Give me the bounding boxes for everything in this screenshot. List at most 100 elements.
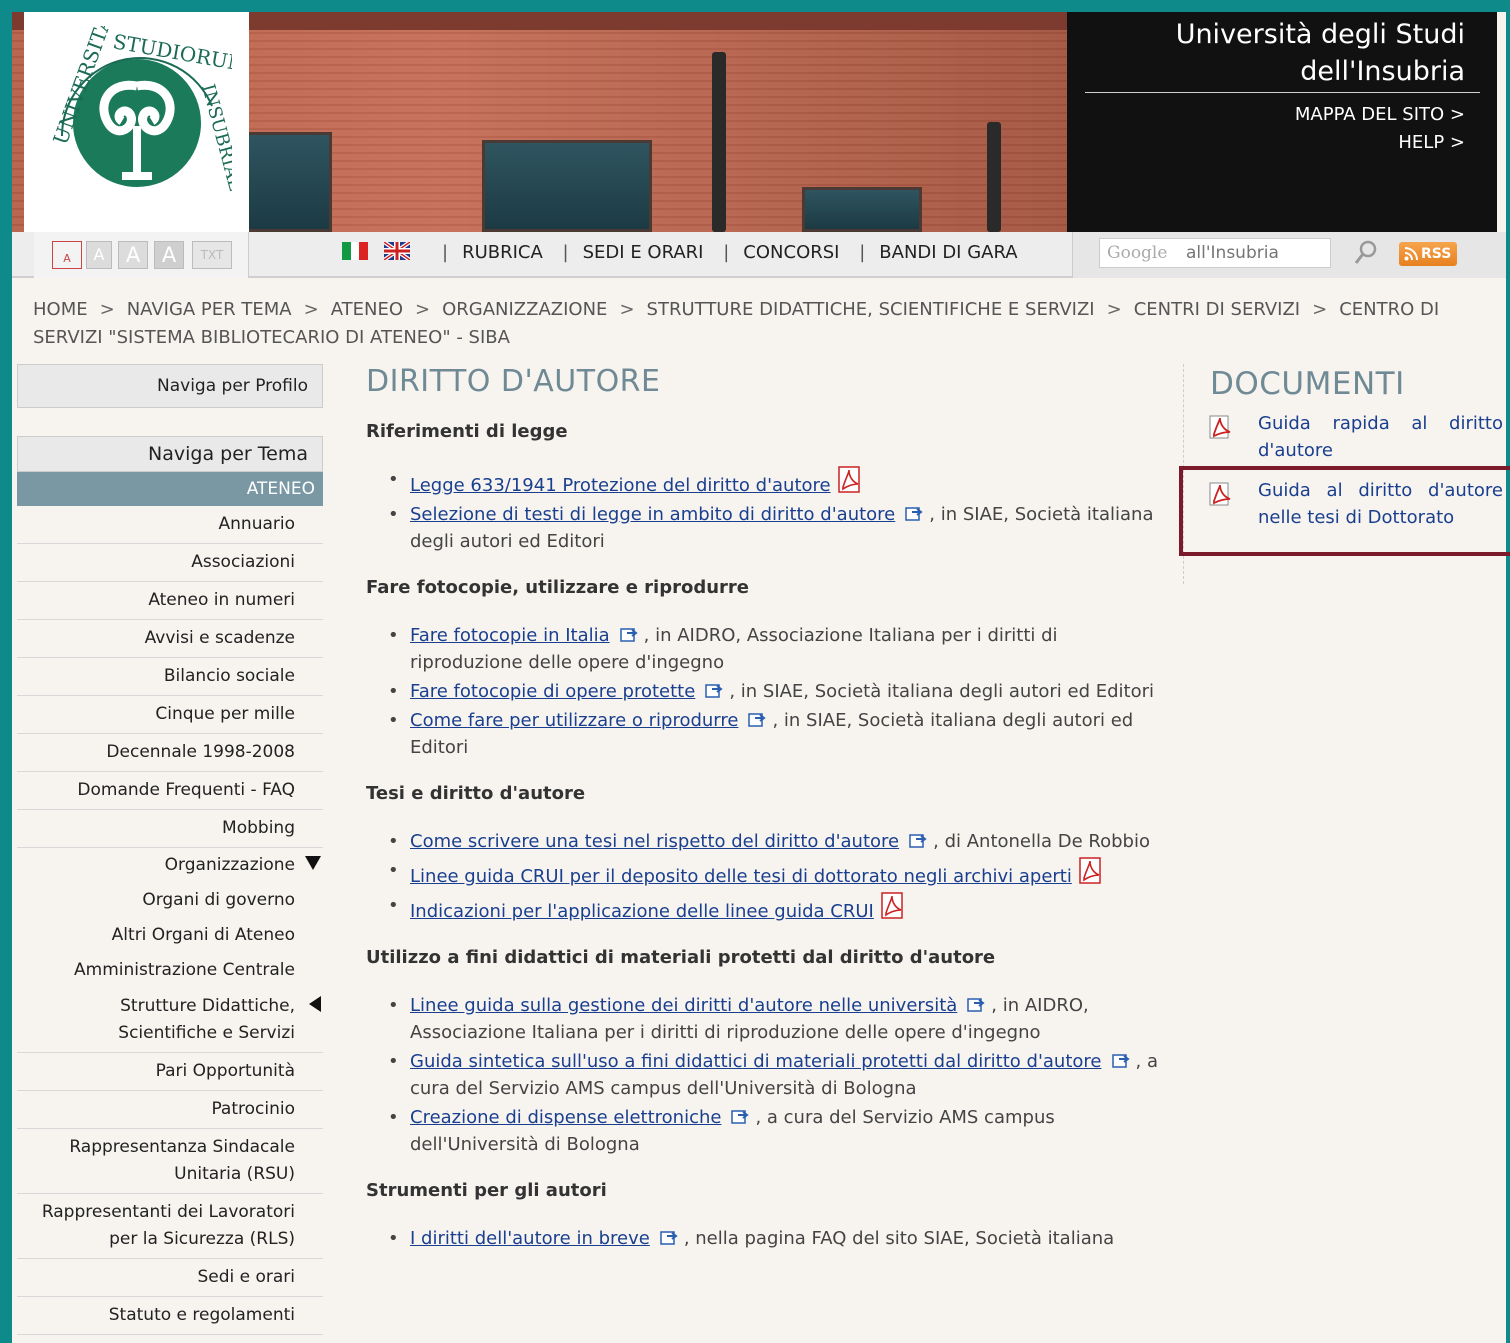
link-list: Legge 633/1941 Protezione del diritto d'… [388, 466, 1166, 555]
nav-concorsi[interactable]: CONCORSI [743, 242, 839, 263]
link-description: , in SIAE, Società italiana degli autori… [729, 681, 1155, 702]
external-link-icon[interactable] [731, 1106, 751, 1124]
rss-button[interactable]: RSS [1399, 242, 1457, 266]
external-link-icon[interactable] [748, 709, 768, 727]
breadcrumb-item[interactable]: NAVIGA PER TEMA [127, 299, 292, 320]
resource-link[interactable]: Linee guida sulla gestione dei diritti d… [410, 995, 957, 1016]
insubria-seal-icon: UNIVERSITAS STUDIORUM INSUBRIAE [48, 26, 232, 194]
breadcrumb-item[interactable]: ATENEO [331, 299, 403, 320]
section-title: Fare fotocopie, utilizzare e riprodurre [366, 577, 750, 598]
external-link-icon[interactable] [1111, 1050, 1132, 1068]
sidebar-item-ateneo[interactable]: ATENEO [17, 472, 323, 506]
sidebar-item[interactable]: Mobbing [17, 810, 323, 848]
content-sections: Riferimenti di legge Legge 633/1941 Prote… [366, 421, 1166, 1252]
sidebar-item[interactable]: Bilancio sociale [17, 658, 323, 696]
university-logo[interactable]: UNIVERSITAS STUDIORUM INSUBRIAE [24, 12, 249, 232]
nav-bandi-gara[interactable]: BANDI DI GARA [879, 242, 1017, 263]
sidebar-item[interactable]: Rappresentanza Sindacale Unitaria (RSU) [17, 1129, 323, 1194]
font-size-small-button[interactable]: A [52, 241, 82, 269]
list-item: I diritti dell'autore in breve , nella pa… [388, 1225, 1166, 1252]
naviga-per-tema[interactable]: Naviga per Tema [17, 436, 323, 472]
sitemap-link[interactable]: MAPPA DEL SITO > [1295, 104, 1465, 125]
header-panel: Università degli Studi dell'Insubria MAP… [1067, 12, 1497, 232]
naviga-per-profilo[interactable]: Naviga per Profilo [17, 364, 323, 408]
resource-link[interactable]: I diritti dell'autore in breve [410, 1228, 650, 1249]
help-link[interactable]: HELP > [1398, 132, 1465, 153]
sidebar-item[interactable]: Pari Opportunità [17, 1053, 323, 1091]
breadcrumb: HOME > NAVIGA PER TEMA > ATENEO > ORGANIZZAZIO… [33, 299, 1440, 348]
link-description: , di Antonella De Robbio [933, 831, 1150, 852]
toolbar: A A A A TXT | RUBRICA | SEDI E ORARI | CONC… [12, 232, 1506, 278]
list-item: Indicazioni per l'applicazione delle lin… [388, 892, 1166, 925]
google-logo: Google [1107, 243, 1168, 263]
sidebar-item[interactable]: Annuario [17, 506, 323, 544]
uk-flag-icon[interactable] [384, 242, 410, 260]
resource-link[interactable]: Legge 633/1941 Protezione del diritto d'… [410, 475, 831, 496]
font-size-large-button[interactable]: A [118, 241, 148, 269]
top-nav: | RUBRICA | SEDI E ORARI | CONCORSI | BANDI … [442, 242, 1018, 263]
sidebar-item[interactable]: Statuto e regolamenti [17, 1297, 323, 1335]
italian-flag-icon[interactable] [342, 242, 369, 260]
external-link-icon[interactable] [619, 624, 640, 642]
external-link-icon[interactable] [967, 994, 987, 1012]
resource-link[interactable]: Come fare per utilizzare o riprodurre [410, 710, 738, 731]
font-size-medium-button[interactable]: A [86, 241, 112, 269]
header-banner: UNIVERSITAS STUDIORUM INSUBRIAE Universi… [12, 12, 1506, 232]
sidebar-item[interactable]: Patrocinio [17, 1091, 323, 1129]
sidebar-item[interactable]: Cinque per mille [17, 696, 323, 734]
nav-sedi-orari[interactable]: SEDI E ORARI [583, 242, 704, 263]
font-size-xlarge-button[interactable]: A [154, 241, 184, 269]
list-item: Legge 633/1941 Protezione del diritto d'… [388, 466, 1166, 499]
text-only-button[interactable]: TXT [192, 241, 232, 269]
resource-link[interactable]: Fare fotocopie di opere protette [410, 681, 695, 702]
page-title: DIRITTO D'AUTORE [366, 364, 661, 399]
nav-rubrica[interactable]: RUBRICA [462, 242, 543, 263]
search-area: Google RSS [1072, 232, 1506, 278]
breadcrumb-item[interactable]: HOME [33, 299, 88, 320]
sidebar-item[interactable]: Sedi e orari [17, 1259, 323, 1297]
document-link[interactable]: Guida rapida al diritto d'autore [1258, 410, 1503, 464]
list-item: Come fare per utilizzare o riprodurre, i… [388, 707, 1166, 761]
sidebar-subitem[interactable]: Amministrazione Centrale [17, 953, 323, 988]
sidebar-subitem[interactable]: Organi di governo [17, 883, 323, 918]
documents-title: DOCUMENTI [1210, 366, 1405, 402]
resource-link[interactable]: Come scrivere una tesi nel rispetto del … [410, 831, 899, 852]
breadcrumb-item[interactable]: CENTRI DI SERVIZI [1134, 299, 1300, 320]
resource-link[interactable]: Linee guida CRUI per il deposito delle t… [410, 866, 1072, 887]
breadcrumb-item[interactable]: STRUTTURE DIDATTICHE, SCIENTIFICHE E SER… [647, 299, 1095, 320]
search-icon[interactable] [1351, 238, 1381, 268]
external-link-icon[interactable] [909, 830, 929, 848]
chevron-left-icon [309, 996, 321, 1012]
sidebar-item-organizzazione[interactable]: Organizzazione [17, 848, 323, 883]
external-link-icon[interactable] [660, 1227, 680, 1245]
main-content: DIRITTO D'AUTORE Riferimenti di legge Leg… [366, 364, 1166, 1254]
university-name: Università degli Studi dell'Insubria [1175, 19, 1465, 87]
sidebar-item[interactable]: Rappresentanti dei Lavoratori per la Sic… [17, 1194, 323, 1259]
resource-link[interactable]: Fare fotocopie in Italia [410, 625, 610, 646]
sidebar-subitem[interactable]: Altri Organi di Ateneo [17, 918, 323, 953]
resource-link[interactable]: Creazione di dispense elettroniche [410, 1107, 721, 1128]
sidebar-item[interactable]: Decennale 1998-2008 [17, 734, 323, 772]
link-list: I diritti dell'autore in breve , nella pa… [388, 1225, 1166, 1252]
sidebar-item[interactable]: Associazioni [17, 544, 323, 582]
sidebar-item[interactable]: Domande Frequenti - FAQ [17, 772, 323, 810]
highlight-box [1179, 466, 1510, 556]
breadcrumb-item[interactable]: ORGANIZZAZIONE [442, 299, 607, 320]
pdf-icon[interactable] [837, 466, 863, 494]
sidebar-item[interactable]: Ateneo in numeri [17, 582, 323, 620]
external-link-icon[interactable] [705, 680, 725, 698]
external-link-icon[interactable] [905, 503, 925, 521]
sidebar-item-strutture[interactable]: Strutture Didattiche, Scientifiche e Ser… [17, 988, 323, 1053]
list-item: Fare fotocopie di opere protette , in SIA… [388, 678, 1166, 705]
list-item: Selezione di testi di legge in ambito di… [388, 501, 1166, 555]
list-item: Linee guida CRUI per il deposito delle t… [388, 857, 1166, 890]
sidebar-item[interactable]: Avvisi e scadenze [17, 620, 323, 658]
resource-link[interactable]: Guida sintetica sull'uso a fini didattic… [410, 1051, 1102, 1072]
section-title: Utilizzo a fini didattici di materiali p… [366, 947, 996, 968]
resource-link[interactable]: Selezione di testi di legge in ambito di… [410, 504, 895, 525]
pdf-icon[interactable] [880, 892, 906, 920]
pdf-icon[interactable] [1078, 857, 1104, 885]
section-title: Strumenti per gli autori [366, 1180, 607, 1201]
section-title: Riferimenti di legge [366, 421, 568, 442]
resource-link[interactable]: Indicazioni per l'applicazione delle lin… [410, 901, 874, 922]
